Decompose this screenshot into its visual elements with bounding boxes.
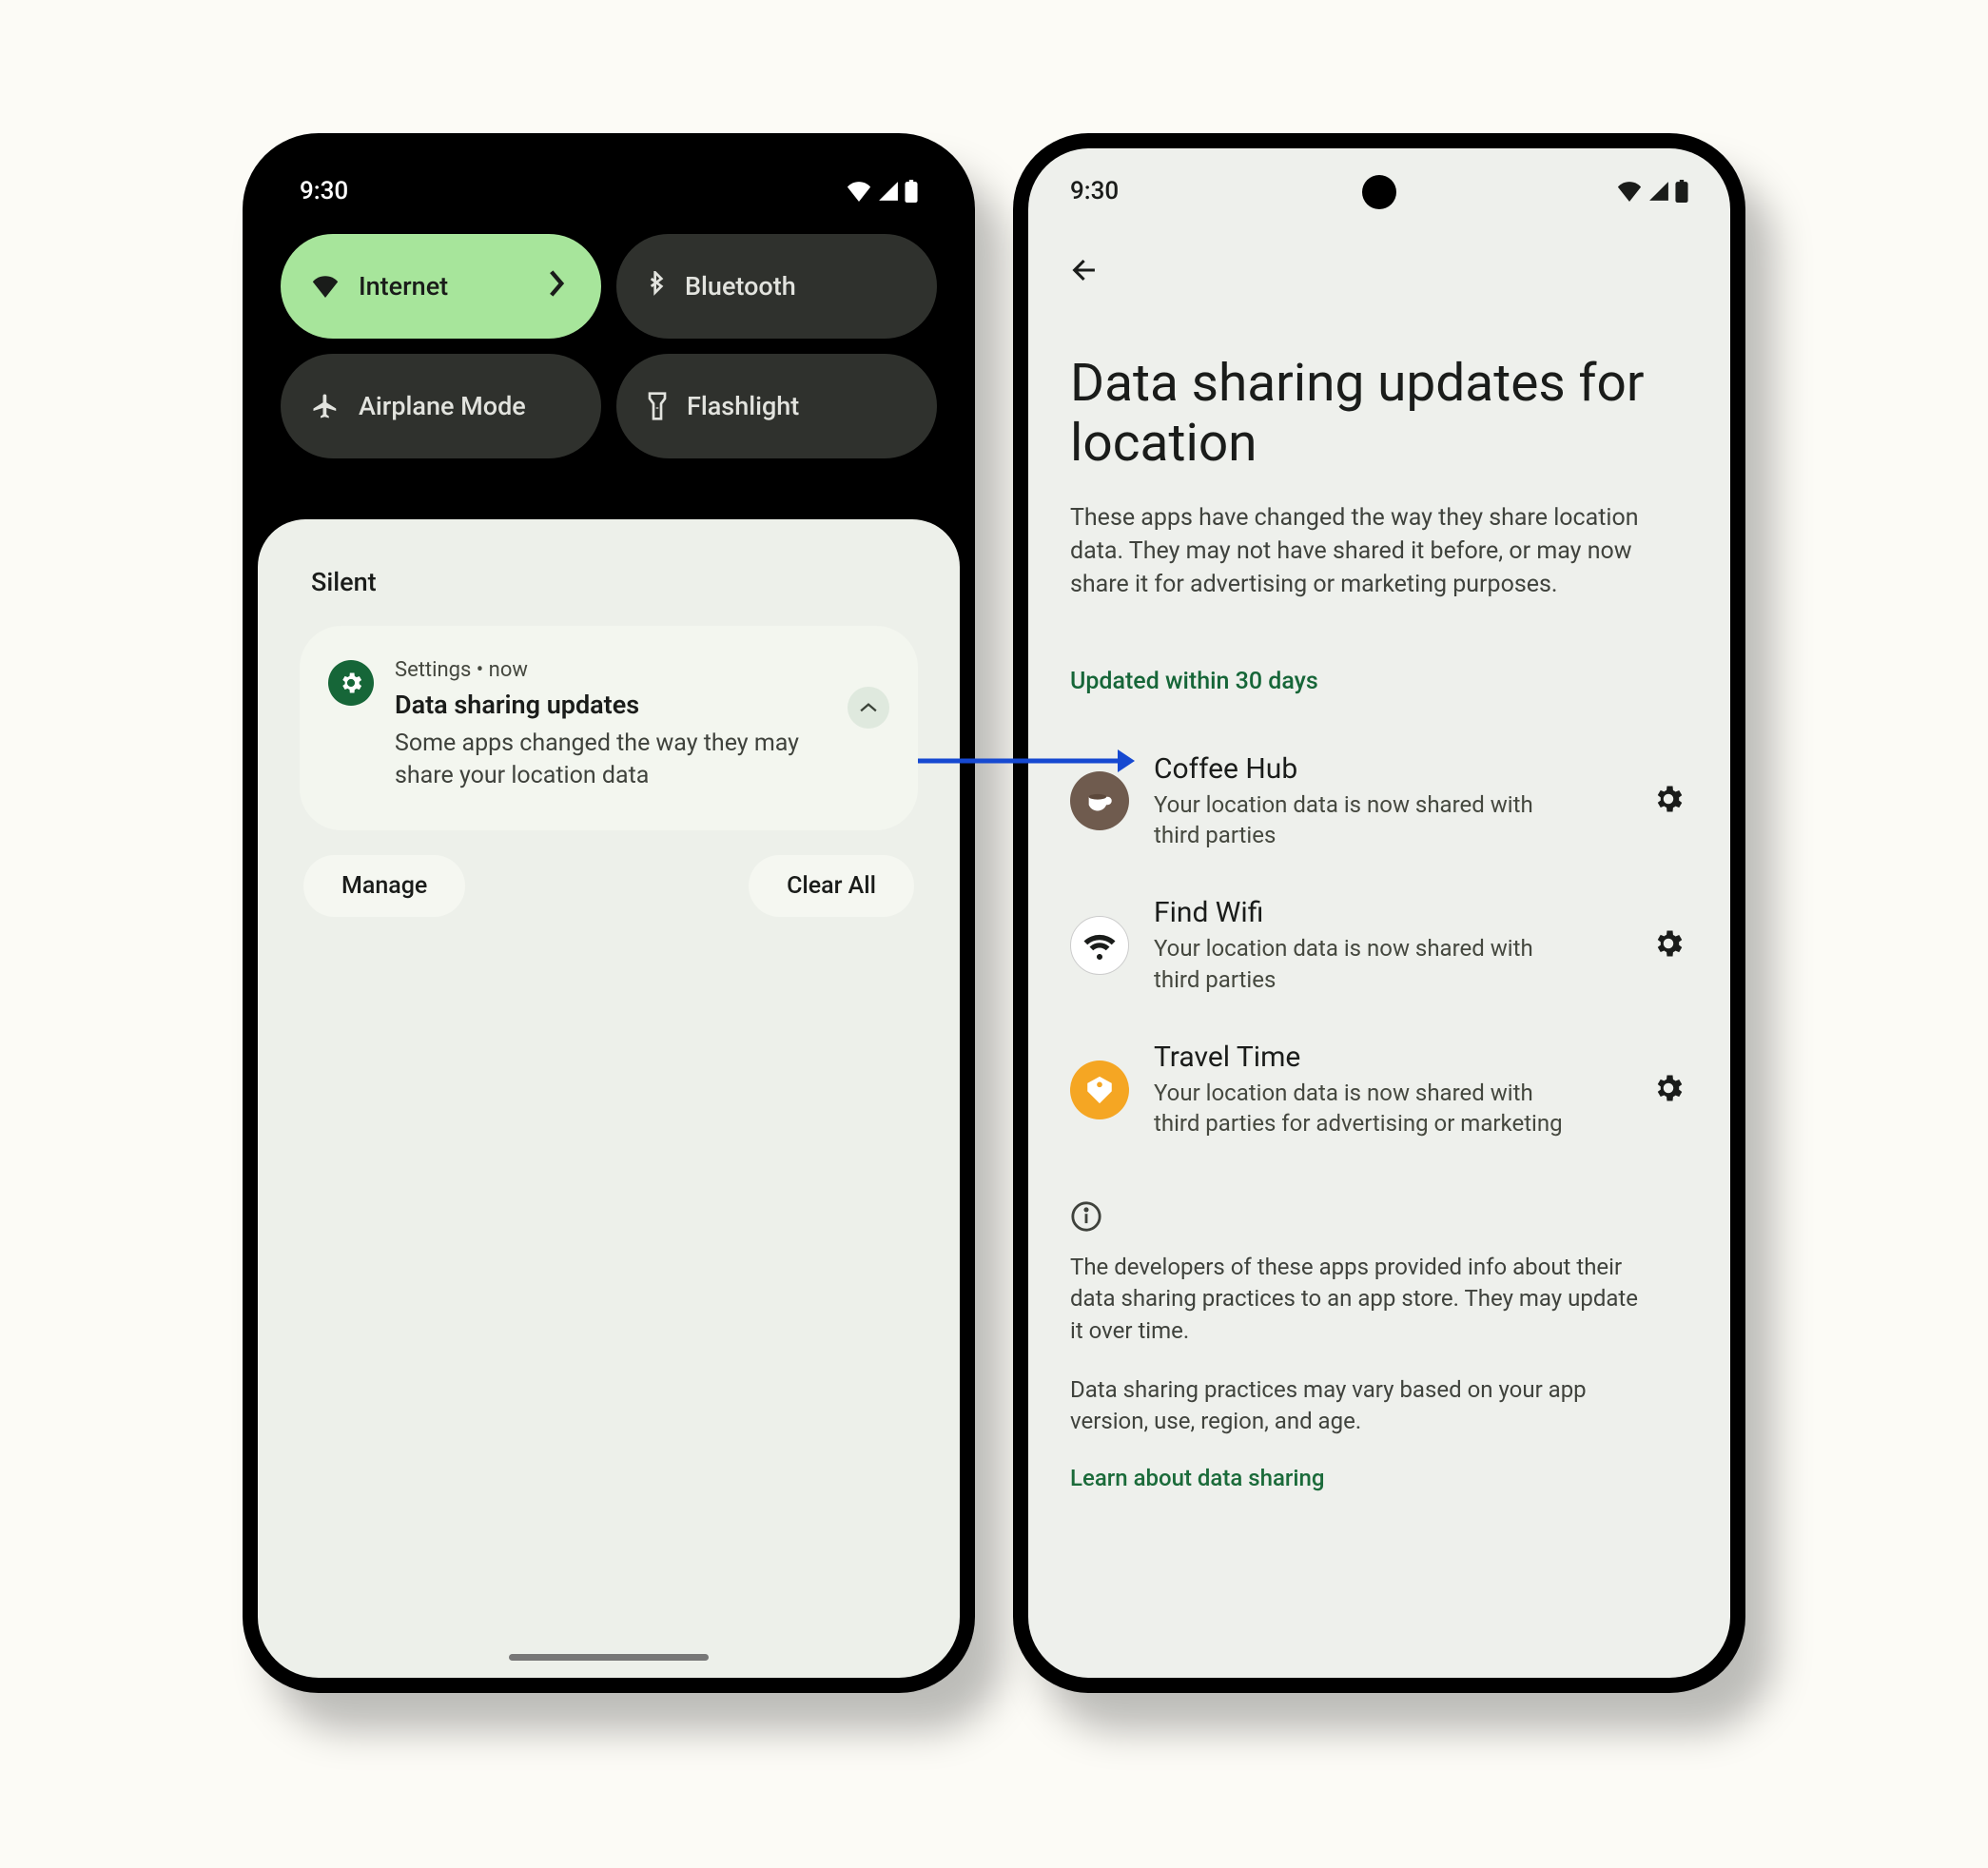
app-settings-button[interactable] bbox=[1648, 1070, 1688, 1110]
app-row[interactable]: Find Wifi Your location data is now share… bbox=[1070, 873, 1688, 1018]
phone-left: 9:30 Internet bbox=[243, 133, 975, 1693]
status-time: 9:30 bbox=[300, 177, 348, 205]
status-icons bbox=[846, 180, 918, 203]
app-subtitle: Your location data is now shared with th… bbox=[1154, 933, 1572, 995]
qs-tile-bluetooth[interactable]: Bluetooth bbox=[616, 234, 937, 339]
signal-icon bbox=[878, 181, 899, 202]
battery-icon bbox=[1675, 180, 1688, 203]
notification-card[interactable]: Settings • now Data sharing updates Some… bbox=[300, 626, 918, 830]
settings-app-icon bbox=[328, 660, 374, 706]
notification-body: Some apps changed the way they may share… bbox=[395, 728, 827, 792]
chevron-right-icon bbox=[548, 270, 565, 303]
status-time: 9:30 bbox=[1070, 177, 1119, 205]
gear-icon bbox=[1651, 926, 1686, 964]
section-header: Updated within 30 days bbox=[1070, 668, 1688, 695]
app-name: Travel Time bbox=[1154, 1041, 1624, 1074]
app-icon bbox=[1070, 771, 1129, 830]
qs-tile-airplane[interactable]: Airplane Mode bbox=[281, 354, 601, 458]
page-description: These apps have changed the way they sha… bbox=[1070, 501, 1688, 601]
info-text-2: Data sharing practices may vary based on… bbox=[1070, 1374, 1641, 1438]
wifi-icon bbox=[1616, 181, 1643, 202]
qs-label: Flashlight bbox=[687, 391, 799, 421]
app-settings-button[interactable] bbox=[1648, 925, 1688, 965]
flow-arrow-icon bbox=[918, 742, 1137, 780]
qs-label: Internet bbox=[359, 271, 448, 302]
clear-all-button[interactable]: Clear All bbox=[749, 855, 914, 917]
gear-icon bbox=[1651, 782, 1686, 820]
app-subtitle: Your location data is now shared with th… bbox=[1154, 789, 1572, 851]
wifi-icon bbox=[311, 275, 340, 298]
collapse-button[interactable] bbox=[848, 687, 889, 729]
app-row[interactable]: Coffee HubYour location data is now shar… bbox=[1070, 730, 1688, 874]
bluetooth-icon bbox=[647, 271, 666, 302]
learn-more-link[interactable]: Learn about data sharing bbox=[1070, 1465, 1688, 1491]
app-name: Find Wifi bbox=[1154, 896, 1624, 929]
arrow-back-icon bbox=[1069, 254, 1101, 286]
qs-label: Airplane Mode bbox=[359, 391, 526, 421]
nav-handle[interactable] bbox=[509, 1654, 709, 1661]
gear-icon bbox=[1651, 1071, 1686, 1109]
airplane-icon bbox=[311, 392, 340, 420]
qs-tile-flashlight[interactable]: Flashlight bbox=[616, 354, 937, 458]
chevron-up-icon bbox=[860, 702, 877, 713]
silent-section-label: Silent bbox=[311, 567, 906, 597]
notification-title: Data sharing updates bbox=[395, 690, 827, 720]
status-icons bbox=[1616, 180, 1688, 203]
app-name: Coffee Hub bbox=[1154, 752, 1624, 786]
wifi-icon bbox=[846, 181, 872, 202]
manage-button[interactable]: Manage bbox=[303, 855, 465, 917]
info-icon bbox=[1070, 1200, 1688, 1236]
qs-label: Bluetooth bbox=[685, 271, 796, 302]
status-bar: 9:30 bbox=[258, 148, 960, 234]
camera-punch-hole bbox=[1362, 175, 1396, 209]
info-text-1: The developers of these apps provided in… bbox=[1070, 1252, 1641, 1348]
app-icon bbox=[1070, 916, 1129, 975]
phone-right: 9:30 Data sharing updates for location T… bbox=[1013, 133, 1745, 1693]
signal-icon bbox=[1648, 181, 1669, 202]
battery-icon bbox=[905, 180, 918, 203]
app-subtitle: Your location data is now shared with th… bbox=[1154, 1078, 1572, 1139]
app-icon bbox=[1070, 1060, 1129, 1119]
page-title: Data sharing updates for location bbox=[1070, 354, 1688, 475]
app-settings-button[interactable] bbox=[1648, 781, 1688, 821]
qs-tile-internet[interactable]: Internet bbox=[281, 234, 601, 339]
notification-meta: Settings • now bbox=[395, 658, 827, 682]
app-row[interactable]: Travel Time Your location data is now sha… bbox=[1070, 1018, 1688, 1162]
flashlight-icon bbox=[647, 391, 668, 421]
back-button[interactable] bbox=[1059, 243, 1112, 297]
